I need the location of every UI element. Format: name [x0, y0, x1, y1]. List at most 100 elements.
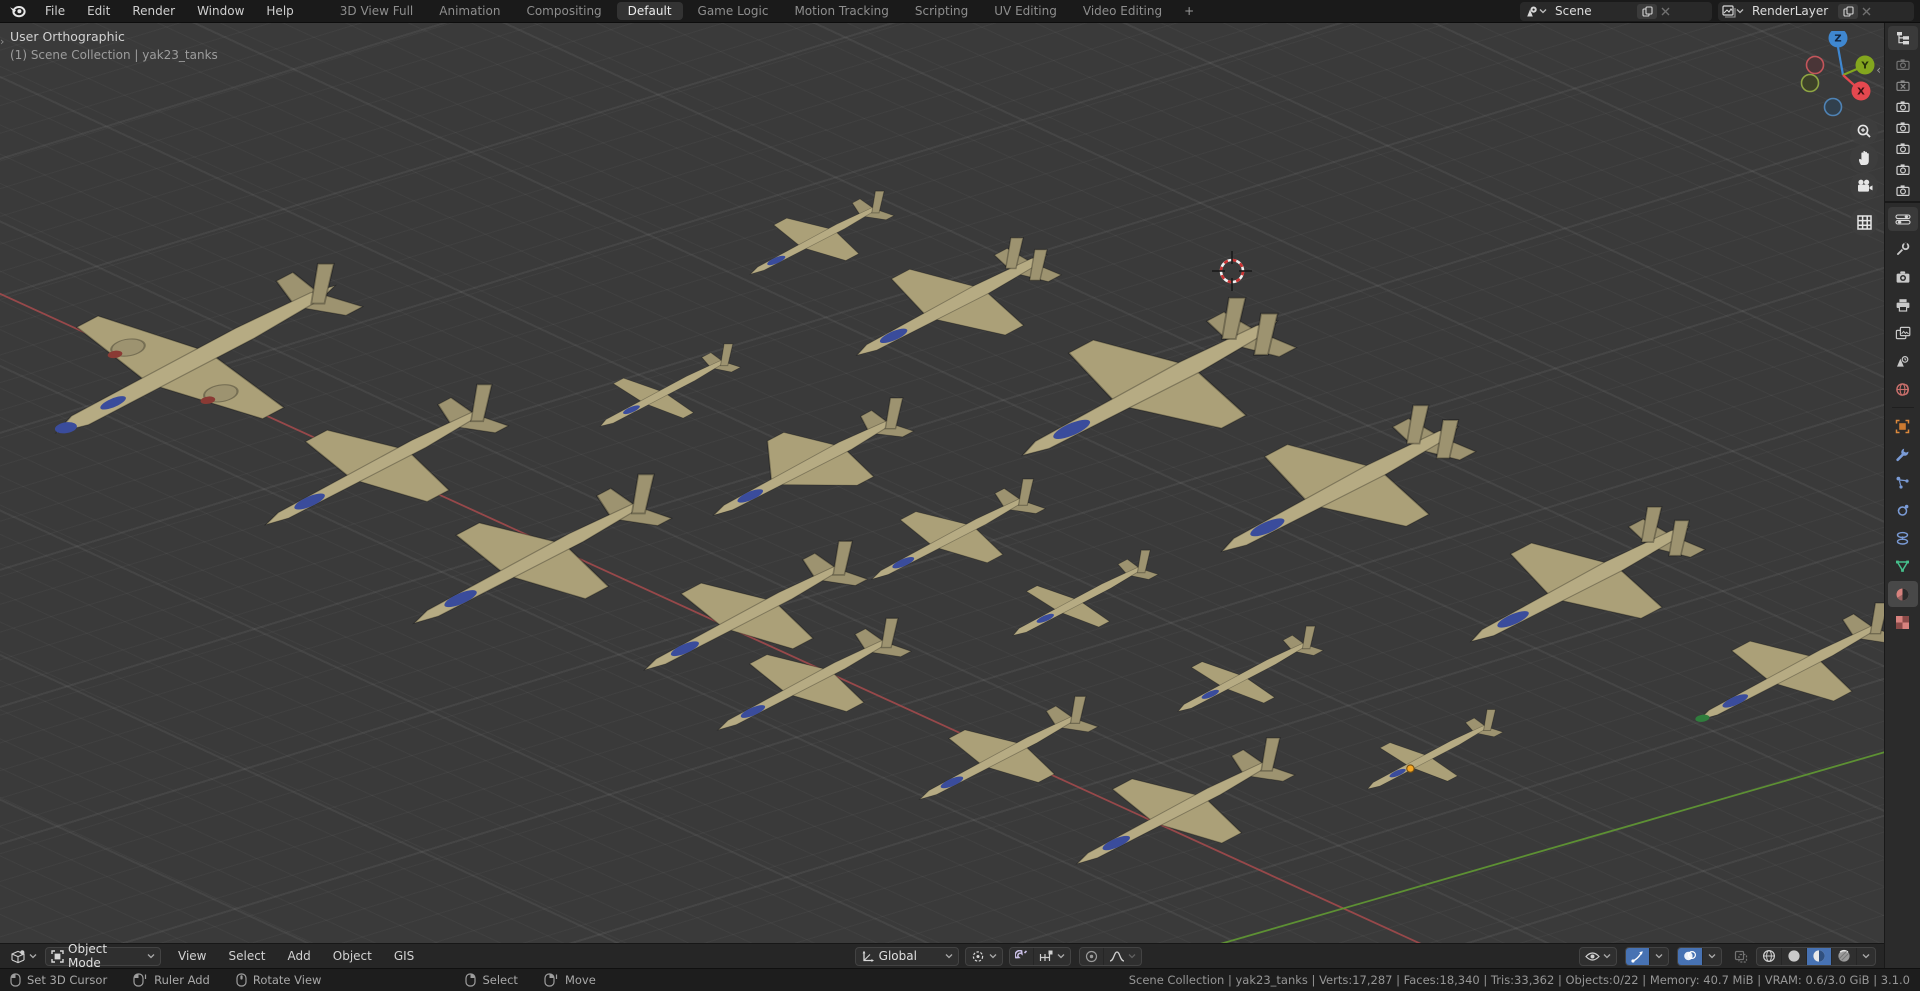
mesh-data-icon — [1895, 559, 1910, 573]
outliner-editor-selector[interactable] — [1888, 26, 1918, 50]
menu-file[interactable]: File — [34, 4, 76, 18]
outliner-row-camera-disabled[interactable] — [1895, 75, 1911, 96]
tab-motion-tracking[interactable]: Motion Tracking — [783, 2, 899, 20]
shading-wireframe-button[interactable] — [1757, 948, 1782, 965]
aircraft[interactable] — [1022, 733, 1327, 890]
scene-selector[interactable]: Scene — [1520, 2, 1712, 21]
props-tab-object[interactable] — [1888, 413, 1918, 439]
menu-gis[interactable]: GIS — [383, 949, 425, 963]
props-tab-scene[interactable] — [1888, 348, 1918, 374]
mouse-right-icon — [465, 973, 476, 987]
view-layer-selector[interactable]: RenderLayer — [1718, 2, 1914, 21]
outliner-row-camera[interactable] — [1895, 159, 1911, 180]
props-tab-output[interactable] — [1888, 292, 1918, 318]
properties-editor-selector[interactable] — [1888, 207, 1918, 231]
zoom-button[interactable] — [1850, 117, 1878, 145]
aircraft[interactable] — [589, 537, 901, 698]
aircraft[interactable] — [669, 397, 941, 538]
props-tab-tool[interactable] — [1888, 236, 1918, 262]
camera-view-button[interactable] — [1850, 172, 1878, 200]
svg-text:Y: Y — [1860, 61, 1869, 72]
aircraft[interactable] — [714, 188, 915, 292]
mode-dropdown[interactable]: Object Mode — [45, 947, 161, 966]
menu-add[interactable]: Add — [277, 949, 322, 963]
tab-3d-view-full[interactable]: 3D View Full — [329, 2, 425, 20]
tab-uv-editing[interactable]: UV Editing — [983, 2, 1068, 20]
remove-view-layer-button[interactable] — [1858, 7, 1874, 16]
props-tab-texture[interactable] — [1888, 609, 1918, 635]
tab-game-logic[interactable]: Game Logic — [687, 2, 780, 20]
object-type-visibility-dropdown[interactable] — [1580, 948, 1616, 965]
transform-orientation-dropdown[interactable]: Global — [855, 947, 959, 966]
props-tab-constraints[interactable] — [1888, 525, 1918, 551]
close-icon — [1862, 7, 1871, 16]
overlays-dropdown[interactable] — [1703, 948, 1721, 965]
chevron-down-icon — [1603, 953, 1611, 959]
props-tab-world[interactable] — [1888, 376, 1918, 402]
gizmo-dropdown[interactable] — [1650, 948, 1668, 965]
aircraft[interactable] — [977, 547, 1183, 653]
aircraft[interactable] — [1406, 494, 1754, 673]
props-tab-modifiers[interactable] — [1888, 441, 1918, 467]
outliner-row-camera[interactable] — [1895, 138, 1911, 159]
unlink-scene-button[interactable] — [1657, 7, 1673, 16]
tab-video-editing[interactable]: Video Editing — [1072, 2, 1173, 20]
tab-scripting[interactable]: Scripting — [904, 2, 979, 20]
toolbar-expand-chevron-icon[interactable]: › — [0, 35, 4, 48]
mode-label: Object Mode — [68, 942, 143, 970]
menu-select[interactable]: Select — [217, 949, 276, 963]
gizmo-axis-neg-x — [1807, 57, 1824, 74]
props-tab-object-data[interactable] — [1888, 553, 1918, 579]
orientation-label: Global — [879, 949, 941, 963]
menu-help[interactable]: Help — [255, 4, 304, 18]
props-tab-view-layer[interactable] — [1888, 320, 1918, 346]
snap-toggle[interactable] — [1010, 948, 1034, 965]
camera-icon — [1895, 121, 1911, 134]
outliner-row-camera[interactable] — [1895, 180, 1911, 201]
props-tab-render[interactable] — [1888, 264, 1918, 290]
menu-render[interactable]: Render — [121, 4, 186, 18]
shading-material-preview-button[interactable] — [1807, 948, 1832, 965]
navigation-gizmo[interactable]: Z Y X — [1799, 31, 1884, 121]
menu-view[interactable]: View — [167, 949, 217, 963]
menu-window[interactable]: Window — [186, 4, 255, 18]
aircraft[interactable] — [566, 341, 765, 444]
menu-edit[interactable]: Edit — [76, 4, 121, 18]
overlays-icon — [1683, 950, 1697, 962]
shading-solid-button[interactable] — [1782, 948, 1807, 965]
outliner-row-camera[interactable] — [1895, 96, 1911, 117]
wrench-icon — [1895, 447, 1910, 462]
aircraft[interactable] — [1334, 706, 1526, 805]
snap-increment-icon — [1039, 950, 1054, 962]
editor-type-selector[interactable] — [6, 947, 41, 966]
pivot-point-dropdown[interactable] — [965, 947, 1003, 966]
tab-compositing[interactable]: Compositing — [515, 2, 612, 20]
new-scene-button[interactable] — [1637, 4, 1657, 19]
props-tab-particles[interactable] — [1888, 469, 1918, 495]
chevron-down-icon — [1057, 953, 1065, 959]
aircraft[interactable] — [829, 475, 1072, 600]
tab-animation[interactable]: Animation — [428, 2, 511, 20]
outliner-row-camera-faded[interactable] — [1895, 54, 1911, 75]
show-overlays-toggle[interactable] — [1678, 948, 1703, 965]
viewport-3d[interactable]: User Orthographic (1) Scene Collection |… — [0, 23, 1884, 943]
tab-default[interactable]: Default — [617, 2, 683, 20]
xray-toggle[interactable] — [1730, 947, 1752, 966]
shading-dropdown[interactable] — [1857, 948, 1875, 965]
menu-object[interactable]: Object — [322, 949, 383, 963]
props-tab-material[interactable] — [1888, 581, 1918, 607]
pan-button[interactable] — [1850, 144, 1878, 172]
proportional-falloff-dropdown[interactable] — [1104, 948, 1141, 965]
aircraft[interactable] — [1646, 599, 1884, 746]
outliner-row-camera[interactable] — [1895, 117, 1911, 138]
show-gizmo-toggle[interactable] — [1626, 948, 1650, 965]
shading-rendered-button[interactable] — [1832, 948, 1857, 965]
aircraft[interactable] — [350, 469, 710, 655]
new-view-layer-button[interactable] — [1838, 4, 1858, 19]
add-workspace-button[interactable]: + — [1177, 2, 1201, 20]
toggle-ortho-button[interactable] — [1850, 208, 1878, 236]
props-tab-physics[interactable] — [1888, 497, 1918, 523]
proportional-editing-toggle[interactable] — [1080, 948, 1104, 965]
snap-mode-dropdown[interactable] — [1034, 948, 1070, 965]
aircraft[interactable] — [1142, 623, 1348, 729]
